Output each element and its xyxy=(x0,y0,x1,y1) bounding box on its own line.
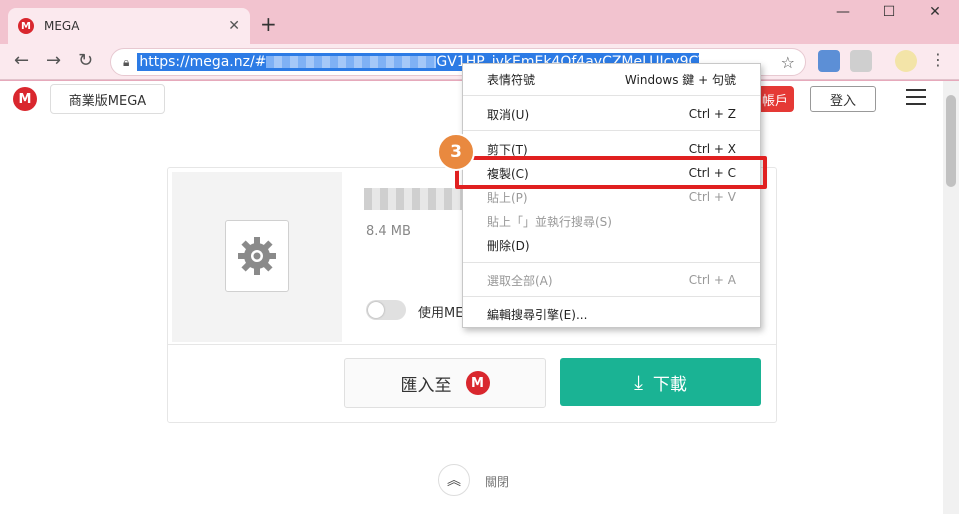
lock-icon: 🔒︎ xyxy=(123,54,130,69)
page-scrollbar[interactable] xyxy=(943,81,959,514)
menu-item-label: 貼上(P) xyxy=(487,190,528,205)
window-close-icon[interactable]: ✕ xyxy=(912,4,958,20)
toggle-label: 使用ME xyxy=(418,306,464,321)
card-divider xyxy=(168,344,776,345)
menu-item-label: 取消(U) xyxy=(487,107,530,122)
mega-toggle[interactable] xyxy=(366,300,406,320)
menu-item-label: 貼上「」並執行搜尋(S) xyxy=(487,214,612,229)
tab-strip: M MEGA ✕ + — ☐ ✕ xyxy=(0,0,959,44)
download-label: 下載 xyxy=(652,374,687,395)
menu-item-label: 表情符號 xyxy=(487,72,536,87)
chevron-up-icon[interactable]: ︽ xyxy=(438,464,470,496)
file-size: 8.4 MB xyxy=(366,224,411,239)
context-menu: 表情符號 Windows 鍵 + 句號 取消(U) Ctrl + Z 剪下(T) Ct… xyxy=(462,63,761,328)
browser-tab[interactable]: M MEGA ✕ xyxy=(8,8,250,44)
extension-icon-2[interactable] xyxy=(850,50,872,72)
menu-item-paste-and-search[interactable]: 貼上「」並執行搜尋(S) xyxy=(463,210,760,232)
menu-item-shortcut: Windows 鍵 + 句號 xyxy=(624,72,736,87)
import-label: 匯入至 xyxy=(400,375,452,396)
hamburger-menu-icon[interactable] xyxy=(906,89,926,107)
chrome-menu-icon[interactable]: ⋮ xyxy=(930,50,946,69)
forward-arrow-icon[interactable]: → xyxy=(46,50,61,71)
minimize-icon[interactable]: — xyxy=(820,4,866,20)
maximize-icon[interactable]: ☐ xyxy=(866,4,912,20)
menu-item-shortcut: Ctrl + X xyxy=(688,142,736,156)
menu-item-label: 剪下(T) xyxy=(487,142,528,157)
scrollbar-thumb[interactable] xyxy=(946,95,956,187)
menu-item-shortcut: Ctrl + C xyxy=(688,166,736,180)
menu-item-undo[interactable]: 取消(U) Ctrl + Z xyxy=(463,103,760,125)
import-to-mega-button[interactable]: 匯入至 M xyxy=(344,358,546,408)
menu-item-edit-search-engines[interactable]: 編輯搜尋引擎(E)... xyxy=(463,303,760,325)
menu-item-cut[interactable]: 剪下(T) Ctrl + X xyxy=(463,138,760,160)
menu-item-shortcut: Ctrl + Z xyxy=(688,107,736,121)
download-button[interactable]: ⤓ 下載 xyxy=(560,358,761,406)
reload-icon[interactable]: ↻ xyxy=(78,50,93,71)
mega-logo-icon[interactable]: M xyxy=(13,87,37,111)
extension-icon[interactable] xyxy=(818,50,840,72)
menu-item-emoji[interactable]: 表情符號 Windows 鍵 + 句號 xyxy=(463,68,760,90)
file-type-box xyxy=(225,220,289,292)
back-arrow-icon[interactable]: ← xyxy=(14,50,29,71)
download-icon: ⤓ xyxy=(634,370,643,394)
file-thumbnail xyxy=(172,172,342,342)
menu-item-shortcut: Ctrl + A xyxy=(688,273,736,287)
menu-separator xyxy=(463,95,760,96)
bookmark-star-icon[interactable]: ☆ xyxy=(781,53,795,72)
url-redacted xyxy=(266,56,437,68)
toggle-knob xyxy=(368,302,384,318)
menu-item-label: 編輯搜尋引擎(E)... xyxy=(487,307,588,322)
url-start: https://mega.nz/# xyxy=(139,54,267,70)
login-button[interactable]: 登入 xyxy=(810,86,876,112)
file-name-redacted xyxy=(364,188,464,210)
menu-separator xyxy=(463,296,760,297)
close-label[interactable]: 關閉 xyxy=(485,473,509,490)
menu-item-shortcut: Ctrl + V xyxy=(688,190,736,204)
menu-item-delete[interactable]: 刪除(D) xyxy=(463,234,760,256)
menu-item-label: 複製(C) xyxy=(487,166,529,181)
tab-close-icon[interactable]: ✕ xyxy=(228,18,240,34)
menu-item-label: 刪除(D) xyxy=(487,238,530,253)
menu-item-select-all[interactable]: 選取全部(A) Ctrl + A xyxy=(463,269,760,291)
mega-favicon-icon: M xyxy=(18,18,34,34)
mega-logo-icon: M xyxy=(465,371,490,395)
business-mega-button[interactable]: 商業版MEGA xyxy=(50,84,165,114)
menu-separator xyxy=(463,130,760,131)
gear-icon xyxy=(238,237,276,275)
menu-item-label: 選取全部(A) xyxy=(487,273,553,288)
menu-item-copy[interactable]: 複製(C) Ctrl + C xyxy=(463,162,760,184)
menu-separator xyxy=(463,262,760,263)
step-badge: 3 xyxy=(437,133,475,171)
tab-title: MEGA xyxy=(44,19,80,33)
menu-item-paste[interactable]: 貼上(P) Ctrl + V xyxy=(463,186,760,208)
new-tab-button[interactable]: + xyxy=(260,12,277,36)
profile-avatar[interactable] xyxy=(895,50,917,72)
